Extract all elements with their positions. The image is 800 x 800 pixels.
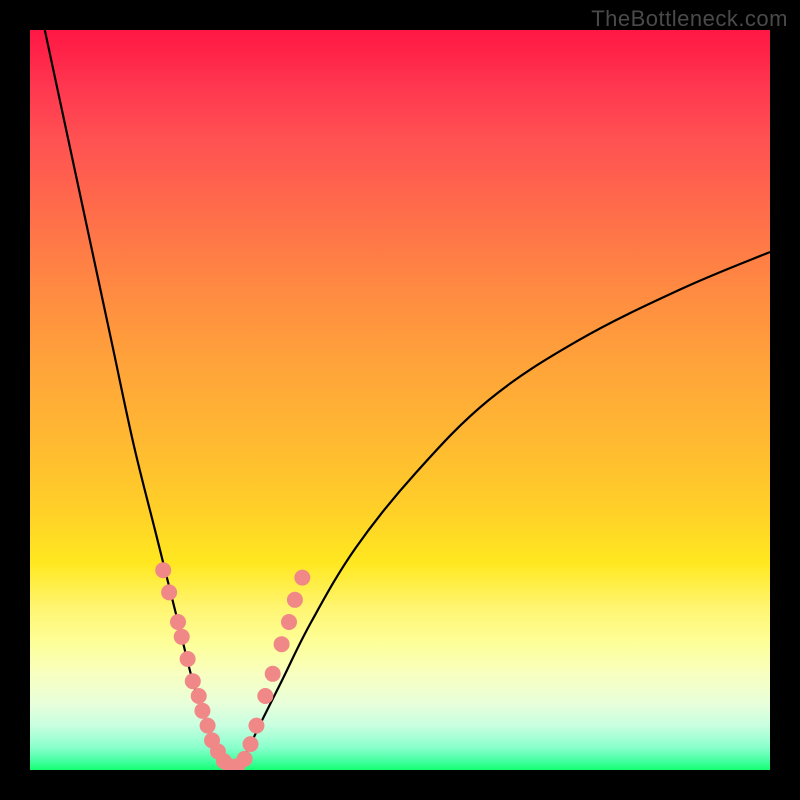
data-dot (243, 736, 259, 752)
data-dot (170, 614, 186, 630)
data-dot (194, 703, 210, 719)
data-dot (200, 718, 216, 734)
plot-area (30, 30, 770, 770)
right-curve (230, 252, 770, 770)
curves-group (45, 30, 770, 770)
data-dot (191, 688, 207, 704)
data-dot (174, 629, 190, 645)
data-dot (180, 651, 196, 667)
data-dot (185, 673, 201, 689)
data-dot (155, 562, 171, 578)
data-dot (294, 570, 310, 586)
data-dot (274, 636, 290, 652)
data-dot (281, 614, 297, 630)
dots-group (155, 562, 310, 770)
data-dot (265, 666, 281, 682)
left-curve (45, 30, 230, 770)
watermark-text: TheBottleneck.com (591, 6, 788, 32)
chart-svg (30, 30, 770, 770)
data-dot (237, 751, 253, 767)
data-dot (287, 592, 303, 608)
data-dot (257, 688, 273, 704)
data-dot (248, 718, 264, 734)
data-dot (161, 584, 177, 600)
